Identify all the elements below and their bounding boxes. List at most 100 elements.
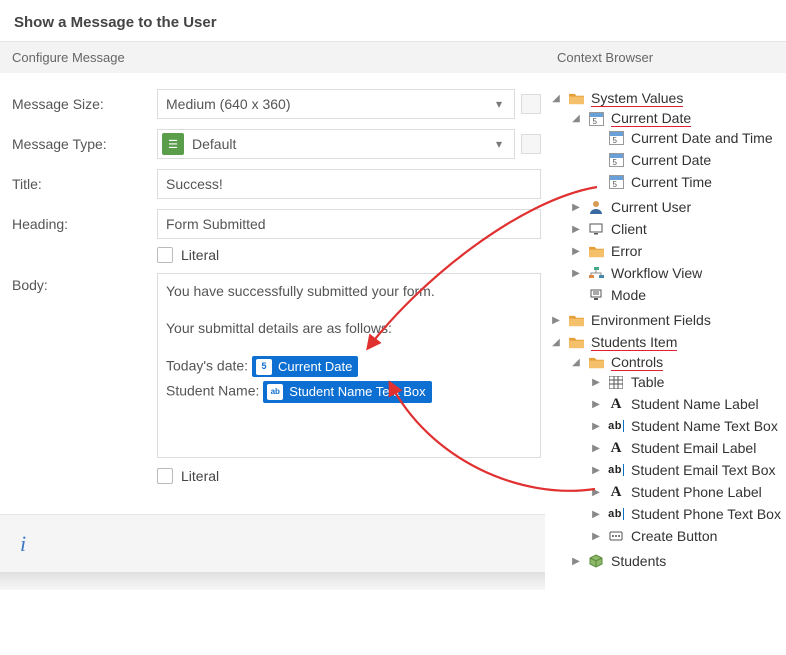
- tree-node-current-date-time[interactable]: ▶ Current Date and Time: [591, 130, 782, 146]
- tree-node-current-date[interactable]: ▶ Current Date: [591, 152, 782, 168]
- tree-node-student-email-textbox[interactable]: ▶ ab Student Email Text Box: [591, 462, 782, 478]
- button-icon: [607, 528, 625, 544]
- message-type-value: Default: [184, 136, 484, 152]
- user-icon: [587, 199, 605, 215]
- expand-icon[interactable]: ▶: [571, 556, 581, 567]
- tree-node-error[interactable]: ▶ Error: [571, 243, 782, 259]
- current-date-token[interactable]: 5 Current Date: [252, 356, 358, 378]
- expand-icon[interactable]: ▶: [551, 315, 561, 326]
- calendar-icon: [587, 111, 605, 127]
- expand-icon[interactable]: ▶: [591, 465, 601, 476]
- folder-icon: [567, 91, 585, 107]
- tree-label: Current Date: [631, 152, 711, 168]
- expand-icon[interactable]: ▶: [591, 509, 601, 520]
- monitor-icon: [587, 221, 605, 237]
- body-literal-label: Literal: [181, 468, 219, 484]
- message-size-label: Message Size:: [12, 96, 157, 112]
- expand-icon[interactable]: ◢: [571, 357, 581, 368]
- chevron-down-icon: ▾: [484, 97, 514, 111]
- body-literal-checkbox[interactable]: [157, 468, 173, 484]
- message-size-extra-button[interactable]: [521, 94, 541, 114]
- expand-icon[interactable]: ▶: [571, 246, 581, 257]
- body-line2: Your submittal details are as follows:: [166, 319, 532, 338]
- tree-label: Error: [611, 243, 642, 259]
- tree-label: Current Date and Time: [631, 130, 773, 146]
- message-size-value: Medium (640 x 360): [158, 96, 484, 112]
- calendar-icon: 5: [256, 359, 272, 375]
- tree-node-mode[interactable]: ▶ Mode: [571, 287, 782, 303]
- info-icon: i: [20, 531, 26, 557]
- tree-label: Student Phone Text Box: [631, 506, 781, 522]
- expand-icon[interactable]: ◢: [551, 93, 561, 104]
- tree-label: Student Email Text Box: [631, 462, 775, 478]
- expand-icon[interactable]: ▶: [571, 224, 581, 235]
- message-type-extra-button[interactable]: [521, 134, 541, 154]
- tree-label: Students: [611, 553, 666, 569]
- expand-icon[interactable]: ▶: [591, 487, 601, 498]
- tree-label: Current User: [611, 199, 691, 215]
- message-size-select[interactable]: Medium (640 x 360) ▾: [157, 89, 515, 119]
- tree-node-workflow-view[interactable]: ▶ Workflow View: [571, 265, 782, 281]
- tree-node-environment-fields[interactable]: ▶ Environment Fields: [551, 312, 782, 328]
- calendar-icon: [607, 174, 625, 190]
- tree-label: Create Button: [631, 528, 717, 544]
- tree-label: Current Time: [631, 174, 712, 190]
- heading-input[interactable]: [157, 209, 541, 239]
- body-label: Body:: [12, 273, 157, 293]
- tree-node-students-item[interactable]: ◢ Students Item: [551, 334, 782, 351]
- expand-icon[interactable]: ▶: [591, 377, 601, 388]
- tree-node-controls[interactable]: ◢ Controls: [571, 354, 782, 371]
- body-editor[interactable]: You have successfully submitted your for…: [157, 273, 541, 458]
- title-input[interactable]: [157, 169, 541, 199]
- tree-node-student-email-label[interactable]: ▶ A Student Email Label: [591, 440, 782, 456]
- tree-node-system-values[interactable]: ◢ System Values: [551, 90, 782, 107]
- expand-icon[interactable]: ▶: [591, 443, 601, 454]
- tree-label: Workflow View: [611, 265, 702, 281]
- expand-icon[interactable]: ▶: [591, 421, 601, 432]
- label-icon: A: [607, 440, 625, 456]
- tree-node-student-phone-label[interactable]: ▶ A Student Phone Label: [591, 484, 782, 500]
- mode-icon: [587, 287, 605, 303]
- expand-icon[interactable]: ▶: [591, 399, 601, 410]
- current-date-token-label: Current Date: [278, 358, 352, 376]
- calendar-icon: [607, 152, 625, 168]
- textbox-icon: ab: [267, 384, 283, 400]
- today-date-label: Today's date:: [166, 357, 248, 373]
- context-browser-header: Context Browser: [545, 41, 786, 73]
- tree-label: Mode: [611, 287, 646, 303]
- tree-node-student-name-textbox[interactable]: ▶ ab Student Name Text Box: [591, 418, 782, 434]
- tree-node-student-phone-textbox[interactable]: ▶ ab Student Phone Text Box: [591, 506, 782, 522]
- expand-icon[interactable]: ▶: [571, 202, 581, 213]
- message-type-label: Message Type:: [12, 136, 157, 152]
- info-bar: i: [0, 514, 545, 572]
- context-tree: ◢ System Values ◢ Current Date: [545, 73, 786, 579]
- tree-node-current-date-folder[interactable]: ◢ Current Date: [571, 110, 782, 127]
- tree-node-current-time[interactable]: ▶ Current Time: [591, 174, 782, 190]
- expand-icon[interactable]: ▶: [591, 531, 601, 542]
- tree-node-student-name-label[interactable]: ▶ A Student Name Label: [591, 396, 782, 412]
- tree-label: Students Item: [591, 334, 677, 351]
- tree-label: Student Email Label: [631, 440, 756, 456]
- expand-icon[interactable]: ▶: [571, 268, 581, 279]
- context-browser-pane: Context Browser ◢ System Values ◢: [545, 41, 786, 587]
- folder-icon: [587, 355, 605, 371]
- label-icon: A: [607, 484, 625, 500]
- tree-node-client[interactable]: ▶ Client: [571, 221, 782, 237]
- heading-literal-label: Literal: [181, 247, 219, 263]
- tree-node-table[interactable]: ▶ Table: [591, 374, 782, 390]
- student-name-token[interactable]: ab Student Name Text Box: [263, 381, 431, 403]
- calendar-icon: [607, 130, 625, 146]
- expand-icon[interactable]: ◢: [571, 113, 581, 124]
- configure-message-pane: Configure Message Message Size: Medium (…: [0, 41, 545, 590]
- expand-icon[interactable]: ◢: [551, 337, 561, 348]
- message-type-select[interactable]: ☰ Default ▾: [157, 129, 515, 159]
- tree-node-students[interactable]: ▶ Students: [571, 553, 782, 569]
- folder-icon: [587, 243, 605, 259]
- textbox-icon: ab: [607, 462, 625, 478]
- body-line1: You have successfully submitted your for…: [166, 282, 532, 301]
- folder-icon: [567, 312, 585, 328]
- tree-label: Environment Fields: [591, 312, 711, 328]
- heading-literal-checkbox[interactable]: [157, 247, 173, 263]
- tree-node-current-user[interactable]: ▶ Current User: [571, 199, 782, 215]
- tree-node-create-button[interactable]: ▶ Create Button: [591, 528, 782, 544]
